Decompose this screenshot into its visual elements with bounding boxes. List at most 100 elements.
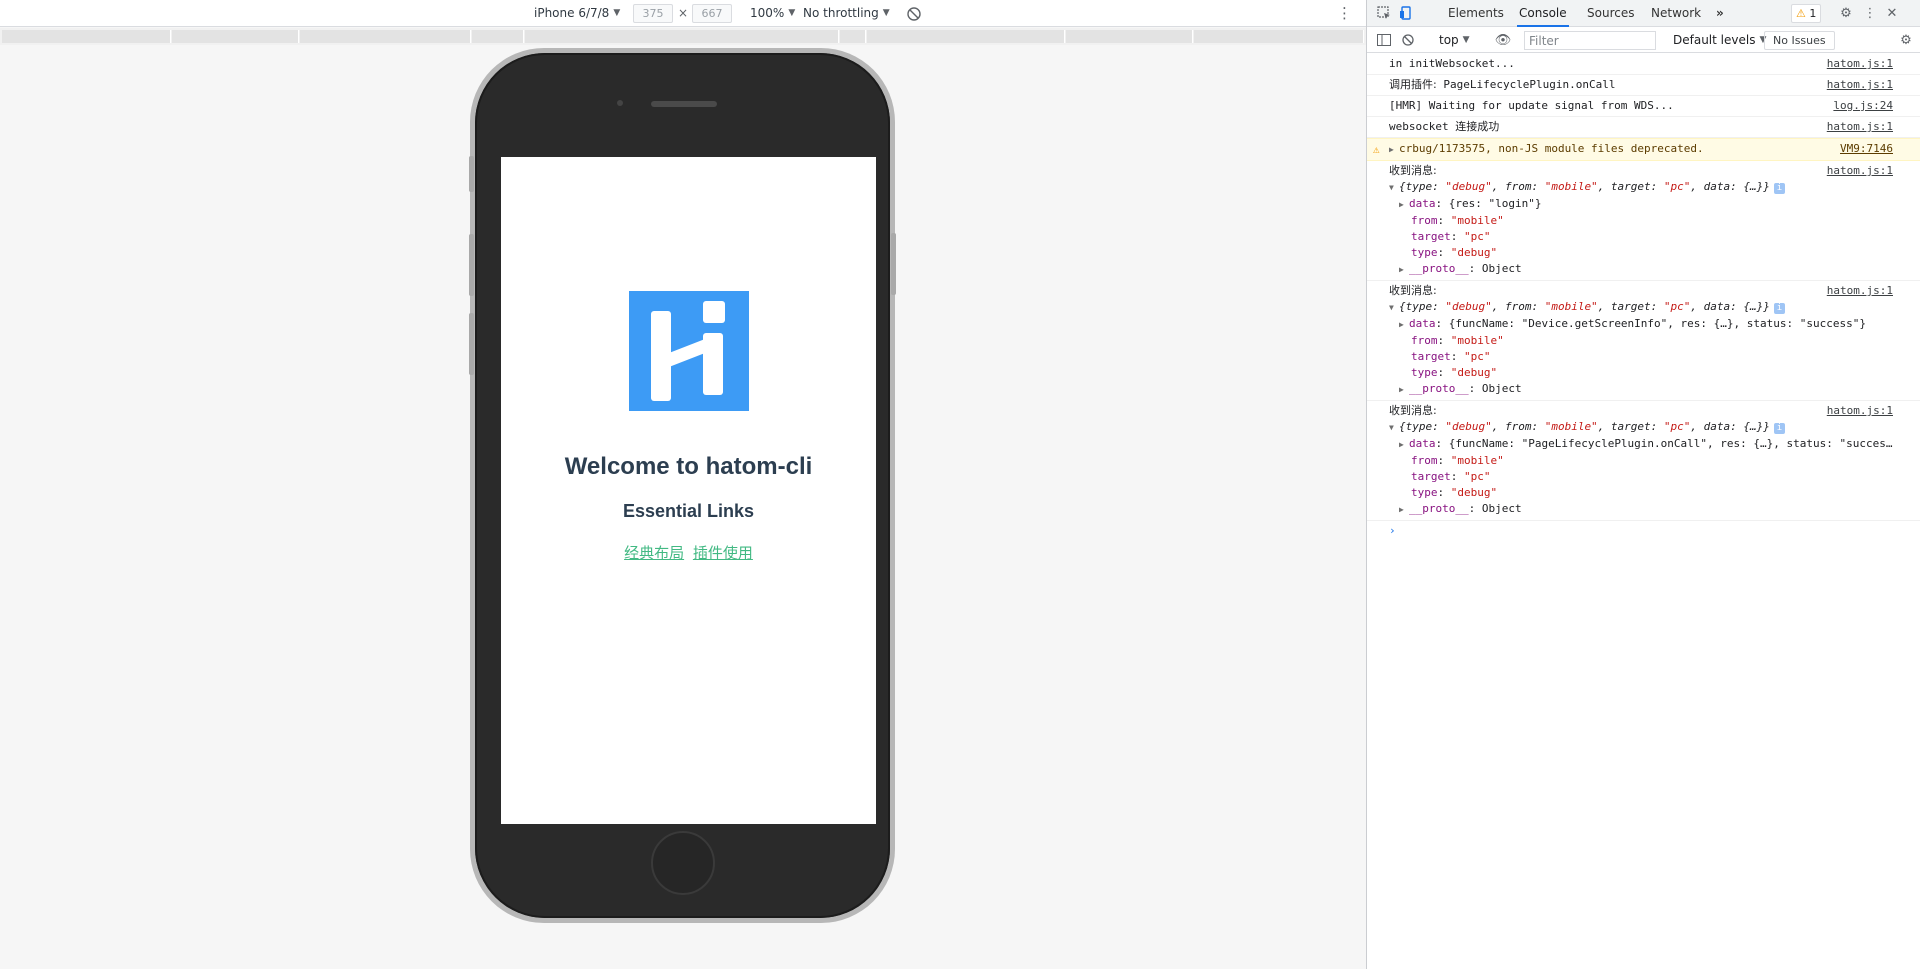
levels-selector[interactable]: Default levels ▼ <box>1673 32 1766 49</box>
property-data[interactable]: ▶ data: {funcName: "Device.getScreenInfo"… <box>1389 316 1881 333</box>
console-toolbar: top ▼ 👁 Default levels ▼ No Issues ⚙ <box>1367 28 1920 53</box>
height-input[interactable]: 667 <box>692 4 732 23</box>
sidebar-toggle-icon[interactable] <box>1375 31 1393 49</box>
devtools-panel: Elements Console Sources Network » ⚠ 1 ⚙… <box>1366 0 1920 969</box>
source-link[interactable]: hatom.js:1 <box>1827 77 1893 93</box>
info-icon: i <box>1773 303 1785 314</box>
zoom-selector[interactable]: 100% ▼ <box>750 5 795 22</box>
zoom-value: 100% <box>750 6 785 20</box>
property-proto[interactable]: ▶ __proto__: Object <box>1389 381 1881 398</box>
property-from: from: "mobile" <box>1411 214 1504 227</box>
chevron-down-icon: ▼ <box>788 8 796 18</box>
chevron-down-icon: ▼ <box>613 8 621 18</box>
prompt-chevron-icon: › <box>1389 524 1396 537</box>
chevron-down-icon: ▼ <box>882 8 890 18</box>
volume-down-button <box>469 313 474 375</box>
property-from: from: "mobile" <box>1411 454 1504 467</box>
links-row: 经典布局 插件使用 <box>501 542 876 563</box>
source-link[interactable]: VM9:7146 <box>1840 141 1893 157</box>
warning-icon: ⚠ <box>1373 143 1380 156</box>
source-link[interactable]: hatom.js:1 <box>1827 119 1893 135</box>
warning-icon: ⚠ <box>1796 7 1806 20</box>
more-options-icon[interactable]: ⋮ <box>1337 4 1352 23</box>
object-summary[interactable]: ▼ {type: "debug", from: "mobile", target:… <box>1389 419 1881 436</box>
gear-icon[interactable]: ⚙ <box>1837 4 1855 22</box>
console-object-message: 收到消息: hatom.js:1 ▼ {type: "debug", from: … <box>1367 401 1920 521</box>
source-link[interactable]: hatom.js:1 <box>1827 403 1893 419</box>
property-type: type: "debug" <box>1411 366 1498 379</box>
media-query-bar[interactable] <box>0 28 1366 45</box>
warnings-badge[interactable]: ⚠ 1 <box>1791 4 1822 23</box>
levels-value: Default levels <box>1673 33 1756 47</box>
info-icon: i <box>1773 423 1785 434</box>
source-link[interactable]: hatom.js:1 <box>1827 163 1893 179</box>
chevron-down-icon: ▼ <box>1462 35 1470 45</box>
context-value: top <box>1439 33 1459 47</box>
throttling-selector[interactable]: No throttling ▼ <box>803 5 890 22</box>
devtools-tabbar: Elements Console Sources Network » ⚠ 1 ⚙… <box>1367 0 1920 27</box>
property-from: from: "mobile" <box>1411 334 1504 347</box>
power-button <box>891 233 896 295</box>
collapse-arrow-icon: ▼ <box>1389 303 1394 312</box>
issues-button[interactable]: No Issues <box>1764 31 1835 50</box>
console-message: in initWebsocket... hatom.js:1 <box>1367 54 1920 75</box>
classic-layout-link[interactable]: 经典布局 <box>624 544 684 562</box>
filter-input[interactable] <box>1524 31 1656 50</box>
width-input[interactable]: 375 <box>633 4 673 23</box>
phone-body: Welcome to hatom-cli Essential Links 经典布… <box>475 53 890 918</box>
source-link[interactable]: hatom.js:1 <box>1827 283 1893 299</box>
tab-sources[interactable]: Sources <box>1585 0 1636 27</box>
rotate-icon[interactable] <box>906 5 922 22</box>
app-screen: Welcome to hatom-cli Essential Links 经典布… <box>501 157 876 824</box>
property-target: target: "pc" <box>1411 230 1491 243</box>
phone-frame: Welcome to hatom-cli Essential Links 经典布… <box>469 48 896 923</box>
console-object-message: 收到消息: hatom.js:1 ▼ {type: "debug", from: … <box>1367 281 1920 401</box>
device-toggle-icon[interactable] <box>1397 4 1415 22</box>
expand-arrow-icon: ▶ <box>1399 505 1404 514</box>
source-link[interactable]: hatom.js:1 <box>1827 56 1893 72</box>
expand-arrow-icon: ▶ <box>1399 200 1404 209</box>
console-settings-gear-icon[interactable]: ⚙ <box>1897 31 1915 49</box>
tab-console[interactable]: Console <box>1517 0 1569 27</box>
warnings-count: 1 <box>1809 7 1817 20</box>
console-warning: ⚠ ▶ crbug/1173575, non-JS module files de… <box>1367 138 1920 161</box>
eye-icon[interactable]: 👁 <box>1494 31 1512 49</box>
source-link[interactable]: log.js:24 <box>1833 98 1893 114</box>
expand-arrow-icon: ▶ <box>1399 440 1404 449</box>
volume-up-button <box>469 234 474 296</box>
expand-arrow-icon: ▶ <box>1399 320 1404 329</box>
object-summary[interactable]: ▼ {type: "debug", from: "mobile", target:… <box>1389 299 1881 316</box>
object-summary[interactable]: ▼ {type: "debug", from: "mobile", target:… <box>1389 179 1881 196</box>
property-proto[interactable]: ▶ __proto__: Object <box>1389 261 1881 278</box>
property-proto[interactable]: ▶ __proto__: Object <box>1389 501 1881 518</box>
throttling-value: No throttling <box>803 6 879 20</box>
property-type: type: "debug" <box>1411 486 1498 499</box>
expand-arrow-icon[interactable]: ▶ <box>1389 142 1399 158</box>
more-vert-icon[interactable]: ⋮ <box>1861 4 1879 22</box>
section-heading: Essential Links <box>622 501 755 521</box>
clear-console-icon[interactable] <box>1399 31 1417 49</box>
device-toolbar: iPhone 6/7/8 ▼ 375 × 667 100% ▼ No throt… <box>0 0 1366 27</box>
property-data[interactable]: ▶ data: {res: "login"} <box>1389 196 1881 213</box>
tab-elements[interactable]: Elements <box>1446 0 1506 27</box>
context-selector[interactable]: top ▼ <box>1439 32 1470 49</box>
property-data[interactable]: ▶ data: {funcName: "PageLifecyclePlugin.o… <box>1389 436 1892 453</box>
property-target: target: "pc" <box>1411 350 1491 363</box>
collapse-arrow-icon: ▼ <box>1389 183 1394 192</box>
close-icon[interactable]: ✕ <box>1883 4 1901 22</box>
tab-network[interactable]: Network <box>1649 0 1703 27</box>
dimension-separator: × <box>678 6 689 20</box>
info-icon: i <box>1773 183 1785 194</box>
console-object-message: 收到消息: hatom.js:1 ▼ {type: "debug", from: … <box>1367 161 1920 281</box>
plugin-usage-link[interactable]: 插件使用 <box>693 544 753 562</box>
console-prompt[interactable]: › <box>1367 521 1920 541</box>
more-tabs-icon[interactable]: » <box>1714 0 1726 27</box>
inspect-element-icon[interactable] <box>1375 4 1393 22</box>
expand-arrow-icon: ▶ <box>1399 265 1404 274</box>
device-selector[interactable]: iPhone 6/7/8 ▼ <box>534 5 620 22</box>
page-title: Welcome to hatom-cli <box>564 453 813 480</box>
console-message: websocket 连接成功 hatom.js:1 <box>1367 117 1920 138</box>
console-message: 调用插件: PageLifecyclePlugin.onCall hatom.j… <box>1367 75 1920 96</box>
device-emulation-area: iPhone 6/7/8 ▼ 375 × 667 100% ▼ No throt… <box>0 0 1366 969</box>
hatom-logo <box>629 291 749 411</box>
